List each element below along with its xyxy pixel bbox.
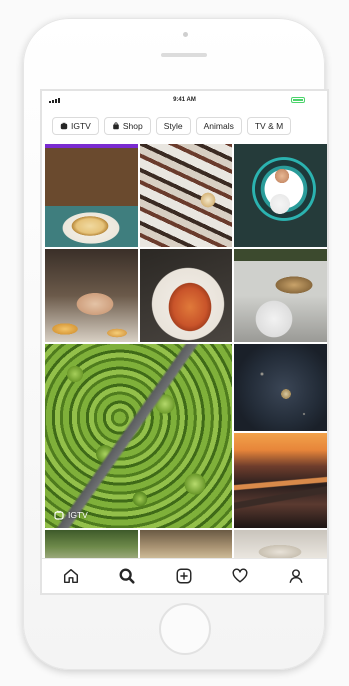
igtv-icon	[60, 122, 68, 130]
bottom-tab-bar	[42, 558, 327, 593]
explore-category-chips: IGTV Shop Style Animals TV & M	[42, 111, 327, 141]
chip-tv-movies-label: TV & M	[254, 121, 284, 131]
add-post-icon	[176, 568, 192, 584]
igtv-badge-label: IGTV	[68, 510, 88, 520]
chip-shop-label: Shop	[122, 121, 143, 131]
explore-grid: IGTV	[45, 144, 327, 558]
igtv-icon	[54, 510, 64, 520]
earpiece-speaker	[161, 53, 207, 57]
chip-igtv[interactable]: IGTV	[52, 117, 99, 135]
tab-home[interactable]	[62, 567, 80, 585]
tab-profile[interactable]	[287, 567, 305, 585]
grid-tile-sunset[interactable]	[234, 433, 327, 528]
grid-tile-plated-dish[interactable]	[234, 530, 327, 558]
grid-tile-pasta[interactable]	[140, 249, 232, 342]
status-time: 9:41 AM	[173, 97, 196, 103]
grid-tile-igtv-forest[interactable]	[45, 344, 232, 528]
front-camera	[183, 32, 188, 37]
search-icon	[119, 568, 135, 584]
chip-animals[interactable]: Animals	[195, 117, 242, 135]
grid-tile-greenery[interactable]	[45, 530, 138, 558]
chip-igtv-label: IGTV	[71, 121, 91, 131]
grid-tile-cocktails[interactable]	[140, 144, 232, 247]
grid-tile-food[interactable]	[234, 249, 327, 342]
status-bar: 9:41 AM	[42, 91, 327, 107]
shopping-bag-icon	[113, 122, 119, 130]
profile-icon	[289, 569, 303, 583]
igtv-badge: IGTV	[54, 510, 88, 520]
tab-search[interactable]	[118, 567, 136, 585]
grid-tile-latte-art[interactable]	[45, 144, 138, 247]
chip-shop[interactable]: Shop	[103, 117, 151, 135]
tab-add[interactable]	[175, 567, 193, 585]
grid-tile-breakfast[interactable]	[45, 249, 138, 342]
device-mockup: 9:41 AM IGTV Shop Style Animals TV & M I…	[0, 0, 349, 686]
grid-tile-landscape[interactable]	[140, 530, 232, 558]
chip-animals-label: Animals	[203, 121, 234, 131]
grid-tile-dark-plate[interactable]	[234, 344, 327, 431]
home-button[interactable]	[159, 603, 211, 655]
chip-style-label: Style	[163, 121, 183, 131]
chip-style[interactable]: Style	[155, 117, 191, 135]
home-icon	[63, 568, 79, 584]
heart-icon	[232, 568, 248, 583]
app-screen: 9:41 AM IGTV Shop Style Animals TV & M I…	[42, 91, 327, 593]
chip-tv-movies[interactable]: TV & M	[246, 117, 292, 135]
battery-icon	[291, 97, 305, 103]
grid-tile-portrait[interactable]	[234, 144, 327, 247]
tab-activity[interactable]	[231, 567, 249, 585]
